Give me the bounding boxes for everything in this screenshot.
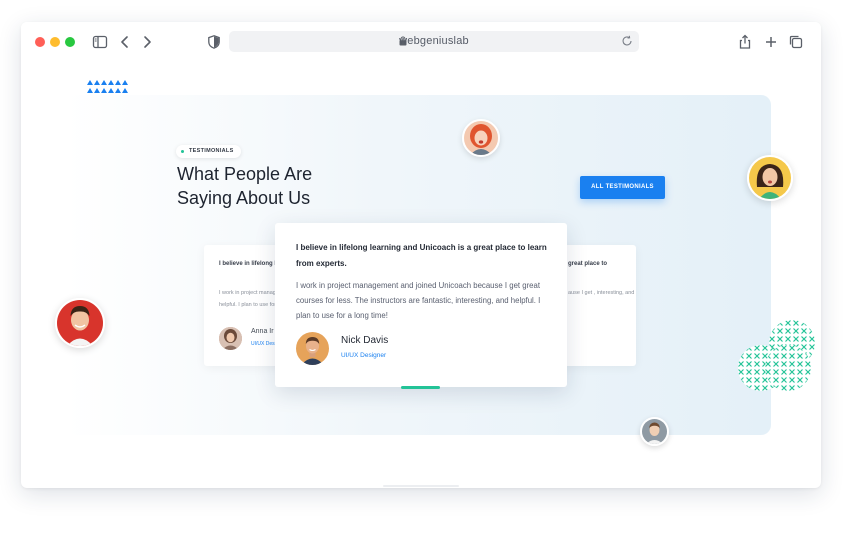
share-icon[interactable] xyxy=(737,34,753,50)
floating-avatar-bottom xyxy=(640,417,669,446)
new-tab-icon[interactable] xyxy=(763,34,779,50)
sidebar-icon[interactable] xyxy=(92,34,108,50)
url-text: webgeniuslab xyxy=(399,35,469,47)
testimonial-quote: I believe in lifelong learning and Unico… xyxy=(296,243,547,268)
testimonial-body: I work in project management and joined … xyxy=(296,281,541,320)
browser-toolbar: webgeniuslab xyxy=(21,22,821,62)
tabs-overview-icon[interactable] xyxy=(788,34,804,50)
slider-indicator[interactable] xyxy=(401,386,440,389)
floating-avatar-left xyxy=(55,298,105,348)
testimonial-author-role: UI/UX Designer xyxy=(341,352,387,359)
section-title: What People Are Saying About Us xyxy=(177,162,397,210)
testimonial-author-name: Nick Davis xyxy=(341,335,389,346)
testimonial-author-name: Anna Ir xyxy=(251,328,274,335)
testimonial-body: ause I get , interesting, and xyxy=(568,290,635,296)
testimonials-badge: TESTIMONIALS xyxy=(176,145,241,158)
testimonial-quote: great place to xyxy=(568,261,608,267)
avatar xyxy=(296,332,329,365)
avatar xyxy=(219,327,242,350)
forward-icon[interactable] xyxy=(139,34,155,50)
floating-avatar-top xyxy=(462,119,500,157)
section-title-line-1: What People Are xyxy=(177,164,313,184)
close-window-button[interactable] xyxy=(35,37,45,47)
section-title-line-2: Saying About Us xyxy=(177,188,311,208)
testimonial-card-featured[interactable]: I believe in lifelong learning and Unico… xyxy=(275,223,567,387)
triangle-pattern-icon xyxy=(87,80,128,93)
maximize-window-button[interactable] xyxy=(65,37,75,47)
floating-avatar-right xyxy=(747,155,793,201)
shield-icon[interactable] xyxy=(206,34,222,50)
testimonial-author-role: UI/UX Desi xyxy=(251,341,276,347)
browser-window: webgeniuslab TESTIMONIALS What People Ar… xyxy=(21,22,821,488)
reload-icon[interactable] xyxy=(621,35,633,47)
address-bar[interactable]: webgeniuslab xyxy=(229,31,639,52)
pattern-circle-icon xyxy=(765,345,811,391)
bottom-divider xyxy=(383,485,459,487)
minimize-window-button[interactable] xyxy=(50,37,60,47)
back-icon[interactable] xyxy=(117,34,133,50)
all-testimonials-button[interactable]: ALL TESTIMONIALS xyxy=(580,176,665,199)
